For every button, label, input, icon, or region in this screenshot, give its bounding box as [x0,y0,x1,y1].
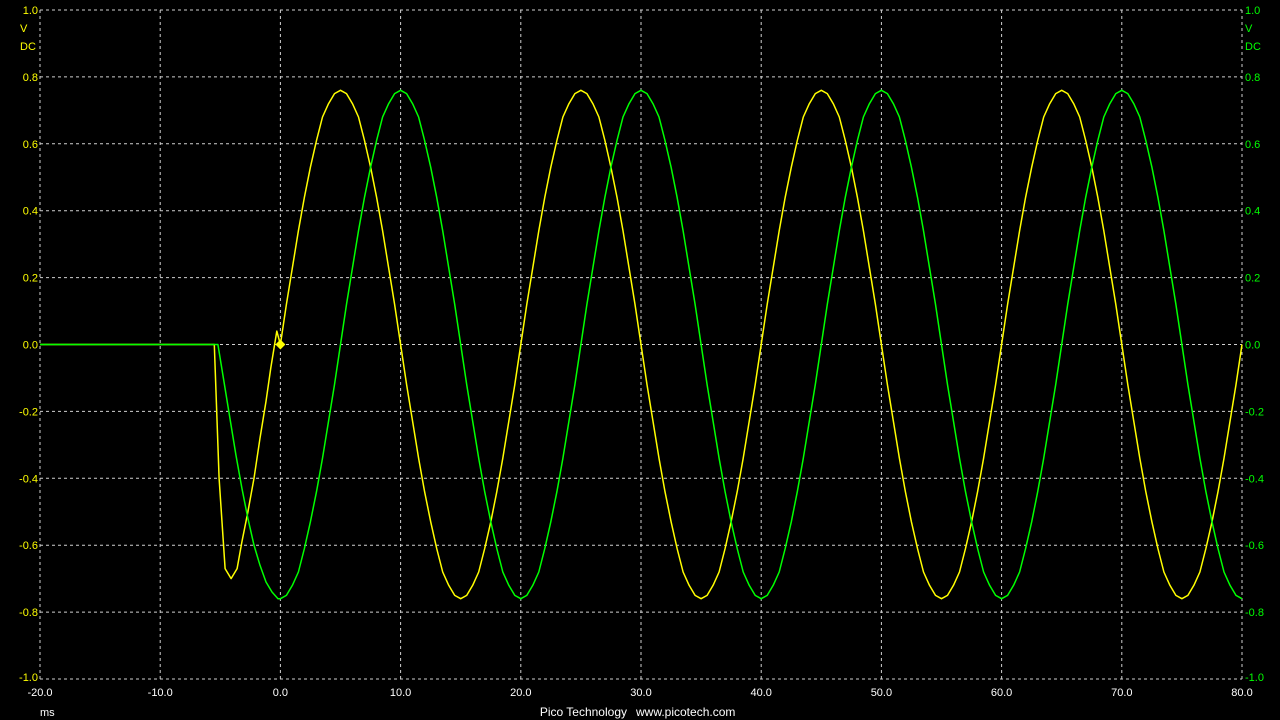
y-tick-label-left: -0.2 [19,406,38,418]
y-tick-label-right: 0.0 [1245,340,1260,352]
oscilloscope-chart: 1.0 0.8 0.6 0.4 0.2 0.0 -0.2 -0.4 -0.6 -0.8 -1.0 1… [0,0,1280,720]
left-axis-coupling: DC [20,41,36,53]
x-tick-label: -20.0 [27,687,52,699]
y-tick-label-right: -0.8 [1245,607,1264,619]
x-tick-label: 30.0 [630,687,651,699]
y-tick-label-right: 0.2 [1245,273,1260,285]
y-tick-label-left: 0.6 [23,139,38,151]
y-tick-label-left: -0.6 [19,540,38,552]
y-tick-label-right: 0.8 [1245,72,1260,84]
x-tick-label: 60.0 [991,687,1012,699]
y-tick-label-left: -0.8 [19,607,38,619]
left-axis-unit: V [20,23,28,35]
right-axis-unit: V [1245,23,1253,35]
y-tick-label-right: -0.2 [1245,406,1264,418]
y-tick-label-right: 0.6 [1245,139,1260,151]
y-tick-label-right: 0.4 [1245,206,1260,218]
y-tick-label-left: 0.2 [23,273,38,285]
x-tick-label: 10.0 [390,687,411,699]
y-tick-label-left: -1.0 [19,672,38,684]
y-tick-label-left: -0.4 [19,473,38,485]
y-tick-label-left: 0.0 [23,340,38,352]
y-tick-label-left: 0.8 [23,72,38,84]
x-tick-label: 70.0 [1111,687,1132,699]
y-tick-label-right: -0.6 [1245,540,1264,552]
x-axis-label: ms [40,707,55,719]
x-tick-label: 40.0 [750,687,771,699]
y-tick-label-right: -0.4 [1245,473,1264,485]
x-tick-label: 80.0 [1231,687,1252,699]
x-tick-label: 0.0 [273,687,288,699]
x-tick-label: 50.0 [871,687,892,699]
footer-brand: Pico Technology [540,705,627,719]
x-tick-label: 20.0 [510,687,531,699]
y-tick-label-left: 1.0 [23,5,38,17]
right-axis-coupling: DC [1245,41,1261,53]
y-tick-label-left: 0.4 [23,206,38,218]
y-tick-label-right: 1.0 [1245,5,1260,17]
x-tick-label: -10.0 [148,687,173,699]
footer-url: www.picotech.com [635,705,735,719]
y-tick-label-right: -1.0 [1245,672,1264,684]
